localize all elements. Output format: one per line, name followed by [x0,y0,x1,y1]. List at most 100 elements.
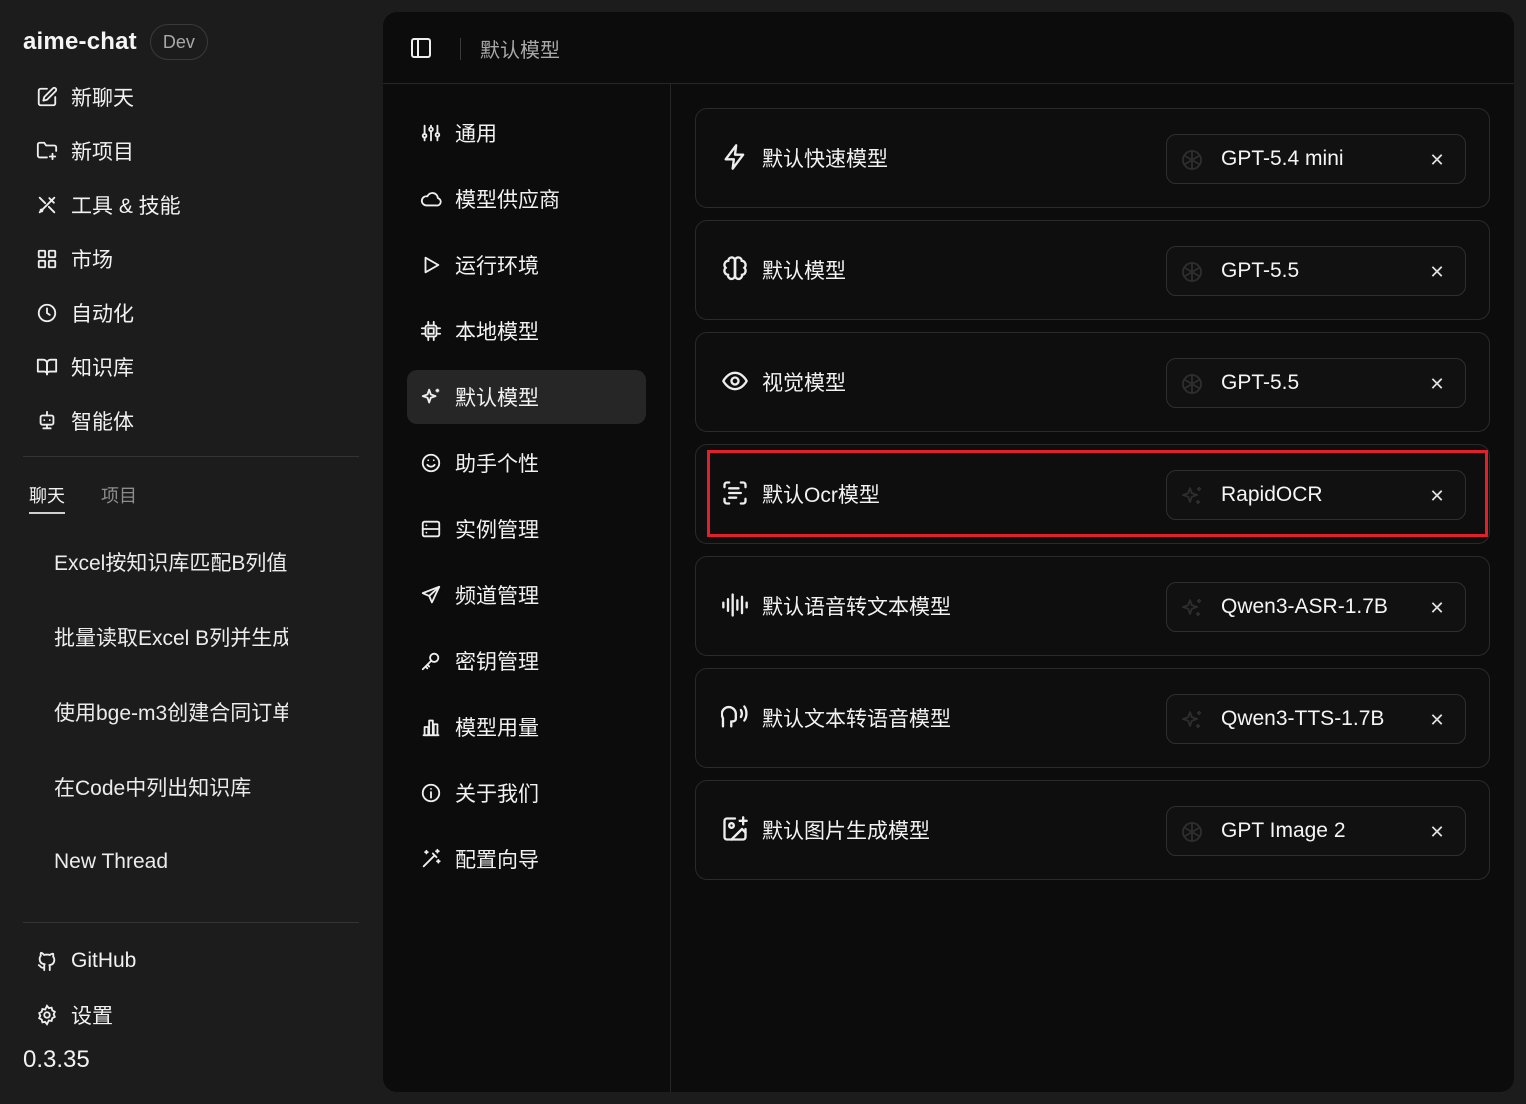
app-window: aime-chat Dev 新聊天 新项目 工具 & 技能 市场 自动化 知识库… [0,0,1526,1104]
thread-item[interactable]: 批量读取Excel B列并生成 [54,599,288,674]
openai-icon [1180,372,1204,396]
sidebar-nav: 新聊天 新项目 工具 & 技能 市场 自动化 知识库 智能体 [23,70,359,448]
settings-item-runtime[interactable]: 运行环境 [407,238,646,292]
tab-chat[interactable]: 聊天 [29,482,65,514]
openai-icon [1180,148,1204,172]
thread-item[interactable]: Excel按知识库匹配B列值 [54,524,288,599]
sidebar-item-new-chat[interactable]: 新聊天 [23,70,359,124]
settings-item-label: 模型供应商 [455,189,560,212]
settings-item-instances[interactable]: 实例管理 [407,502,646,556]
folder-plus-icon [35,139,59,163]
server-icon [419,517,443,541]
clear-icon[interactable]: ✕ [1425,708,1449,732]
clear-icon[interactable]: ✕ [1425,148,1449,172]
sidebar-toggle-icon[interactable] [409,36,433,60]
settings-item-label: 通用 [455,123,497,146]
model-select[interactable]: RapidOCR ✕ [1166,470,1466,520]
sidebar-divider [23,456,359,457]
sidebar-item-label: 工具 & 技能 [71,195,181,218]
sidebar-item-automation[interactable]: 自动化 [23,286,359,340]
settings-label: 设置 [71,1005,113,1028]
model-role-label: 默认语音转文本模型 [762,596,951,619]
clear-icon[interactable]: ✕ [1425,260,1449,284]
sliders-icon [419,121,443,145]
wand-icon [419,847,443,871]
send-icon [419,583,443,607]
github-link[interactable]: GitHub [23,934,359,988]
audio-lines-icon [721,591,749,619]
sidebar-footer: GitHub 设置 [23,934,359,1042]
default-tts-model-card: 默认文本转语音模型 Qwen3-TTS-1.7B ✕ [695,668,1490,768]
settings-item-keys[interactable]: 密钥管理 [407,634,646,688]
settings-item-providers[interactable]: 模型供应商 [407,172,646,226]
smile-icon [419,451,443,475]
model-select[interactable]: GPT-5.5 ✕ [1166,358,1466,408]
sidebar-item-market[interactable]: 市场 [23,232,359,286]
sidebar-item-label: 智能体 [71,411,134,434]
tab-project[interactable]: 项目 [101,482,137,514]
edit-icon [35,85,59,109]
tools-icon [35,193,59,217]
clear-icon[interactable]: ✕ [1425,820,1449,844]
vision-model-card: 视觉模型 GPT-5.5 ✕ [695,332,1490,432]
settings-item-channels[interactable]: 频道管理 [407,568,646,622]
default-ocr-model-card: 默认Ocr模型 RapidOCR ✕ [695,444,1490,544]
app-name: aime-chat [23,28,137,55]
sparkles-icon [1180,596,1204,620]
openai-icon [1180,260,1204,284]
thread-item[interactable]: 在Code中列出知识库 [54,749,288,824]
model-select[interactable]: GPT Image 2 ✕ [1166,806,1466,856]
key-icon [419,649,443,673]
clear-icon[interactable]: ✕ [1425,484,1449,508]
sidebar-item-tools-skills[interactable]: 工具 & 技能 [23,178,359,232]
sidebar-item-label: 知识库 [71,357,134,380]
clock-icon [35,301,59,325]
model-name: GPT Image 2 [1221,819,1346,842]
model-select[interactable]: Qwen3-TTS-1.7B ✕ [1166,694,1466,744]
settings-item-local-models[interactable]: 本地模型 [407,304,646,358]
cloud-icon [419,187,443,211]
settings-item-label: 配置向导 [455,849,539,872]
settings-panel: 默认模型 通用 模型供应商 运行环境 本地模型 默认模型 助手个性 实例管理 频… [383,12,1514,1092]
settings-item-usage[interactable]: 模型用量 [407,700,646,754]
sidebar-item-label: 自动化 [71,303,134,326]
settings-item-label: 运行环境 [455,255,539,278]
settings-link[interactable]: 设置 [23,988,359,1042]
sidebar-item-agents[interactable]: 智能体 [23,394,359,448]
thread-item[interactable]: 使用bge-m3创建合同订单 [54,674,288,749]
github-label: GitHub [71,949,137,972]
sidebar-item-new-project[interactable]: 新项目 [23,124,359,178]
sidebar-item-knowledge[interactable]: 知识库 [23,340,359,394]
zap-icon [721,143,749,171]
model-name: Qwen3-TTS-1.7B [1221,707,1385,730]
model-role-label: 默认Ocr模型 [762,484,880,507]
model-role-label: 默认文本转语音模型 [762,708,951,731]
book-icon [35,355,59,379]
model-select[interactable]: GPT-5.5 ✕ [1166,246,1466,296]
model-select[interactable]: Qwen3-ASR-1.7B ✕ [1166,582,1466,632]
thread-item[interactable]: New Thread [54,824,288,899]
settings-item-personality[interactable]: 助手个性 [407,436,646,490]
model-select[interactable]: GPT-5.4 mini ✕ [1166,134,1466,184]
settings-item-wizard[interactable]: 配置向导 [407,832,646,886]
clear-icon[interactable]: ✕ [1425,372,1449,396]
settings-item-label: 关于我们 [455,783,539,806]
model-name: Qwen3-ASR-1.7B [1221,595,1388,618]
settings-item-label: 频道管理 [455,585,539,608]
sidebar-item-label: 新聊天 [71,87,134,110]
sidebar-divider [23,922,359,923]
gear-icon [35,1003,59,1027]
topbar-separator [460,38,461,60]
eye-icon [721,367,749,395]
settings-item-label: 助手个性 [455,453,539,476]
settings-item-general[interactable]: 通用 [407,106,646,160]
brand: aime-chat Dev [23,24,208,60]
clear-icon[interactable]: ✕ [1425,596,1449,620]
bot-icon [35,409,59,433]
default-image-model-card: 默认图片生成模型 GPT Image 2 ✕ [695,780,1490,880]
settings-item-about[interactable]: 关于我们 [407,766,646,820]
settings-item-default-models[interactable]: 默认模型 [407,370,646,424]
version-text: 0.3.35 [23,1046,90,1073]
model-role-label: 默认模型 [762,260,846,283]
settings-item-label: 本地模型 [455,321,539,344]
